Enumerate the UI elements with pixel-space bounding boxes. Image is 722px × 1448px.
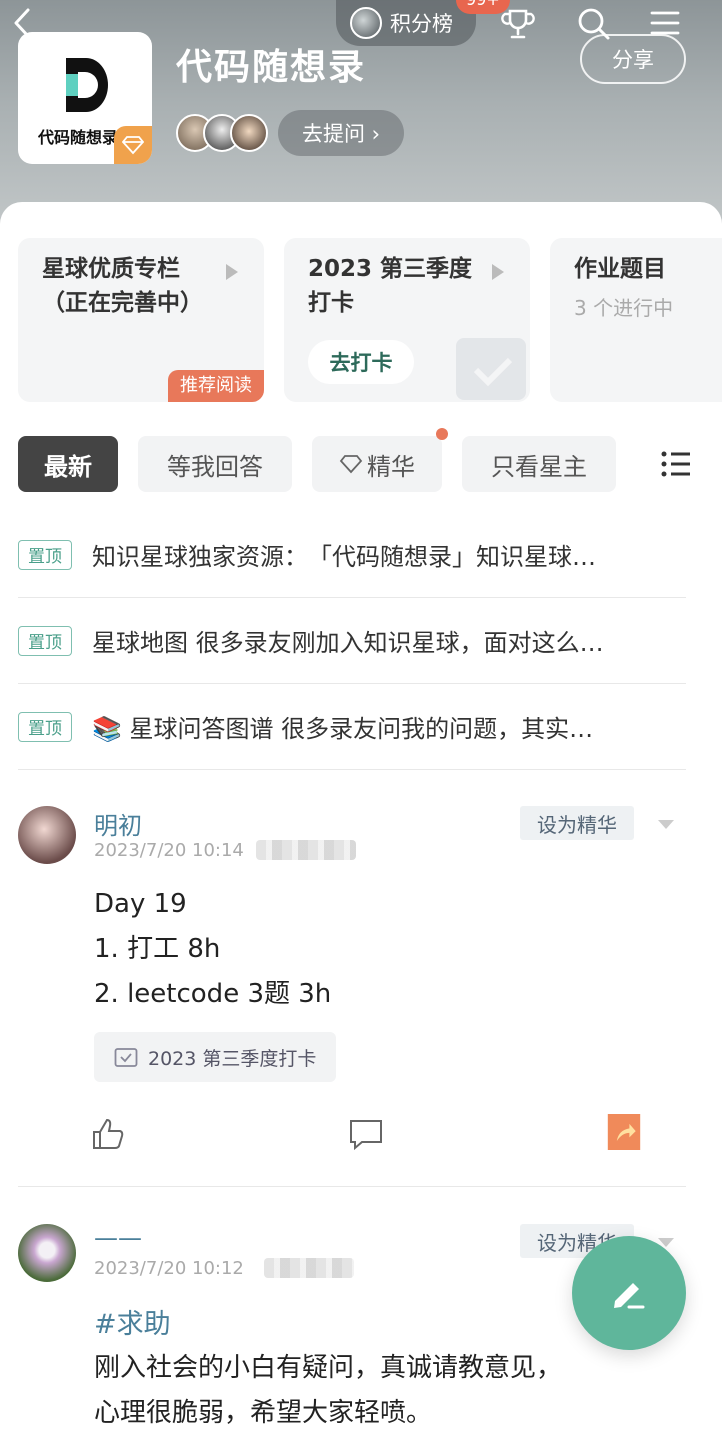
author-name[interactable]: —— <box>94 1224 142 1252</box>
tab-owner-only[interactable]: 只看星主 <box>462 436 616 492</box>
checkin-tag-label: 2023 第三季度打卡 <box>148 1047 317 1070</box>
pinned-item[interactable]: 置顶 📚 星球问答图谱 很多录友问我的问题，其实… <box>18 684 686 770</box>
new-dot <box>436 428 448 440</box>
pinned-tag: 置顶 <box>18 711 72 742</box>
avatar <box>230 114 268 152</box>
play-arrow-icon <box>492 264 504 280</box>
avatar[interactable] <box>18 1224 76 1282</box>
pinned-text: 知识星球独家资源： 「代码随想录」知识星球… <box>92 543 596 571</box>
pinned-text: 星球地图 很多录友刚加入知识星球，面对这么… <box>92 629 604 657</box>
chevron-down-icon[interactable] <box>658 818 674 830</box>
card-title: 作业题目 <box>574 256 666 282</box>
blurred-info <box>264 1258 354 1278</box>
card-checkin[interactable]: 2023 第三季度打卡 去打卡 <box>284 238 530 402</box>
card-title: 2023 第三季度打卡 <box>308 256 473 316</box>
diamond-icon <box>114 126 152 164</box>
tab-featured[interactable]: 精华 <box>312 428 448 492</box>
feature-cards: 星球优质专栏（正在完善中） 推荐阅读 2023 第三季度打卡 去打卡 作业题目 … <box>18 238 722 402</box>
diamond-icon <box>339 455 363 474</box>
pinned-text: 📚 星球问答图谱 很多录友问我的问题，其实… <box>92 715 594 743</box>
hashtag[interactable]: #求助 <box>94 1302 171 1341</box>
card-column[interactable]: 星球优质专栏（正在完善中） 推荐阅读 <box>18 238 264 402</box>
like-icon[interactable] <box>90 1116 126 1152</box>
card-title: 星球优质专栏（正在完善中） <box>42 256 203 316</box>
post-time: 2023/7/20 10:12 <box>94 1258 244 1279</box>
tab-awaiting-answer[interactable]: 等我回答 <box>138 436 292 492</box>
list-icon[interactable] <box>660 450 692 478</box>
post-time: 2023/7/20 10:14 <box>94 840 244 861</box>
post-line: 刚入社会的小白有疑问，真诚请教意见， <box>94 1353 563 1383</box>
recommend-tag: 推荐阅读 <box>168 370 264 402</box>
calendar-check-icon <box>456 338 526 400</box>
pinned-item[interactable]: 置顶 知识星球独家资源： 「代码随想录」知识星球… <box>18 512 686 598</box>
group-header: 积分榜 99+ 分享 代码随想录 代码随想录 <box>0 0 722 230</box>
post-line: 2. leetcode 3题 3h <box>94 979 332 1009</box>
card-subtitle: 3 个进行中 <box>574 296 674 320</box>
group-logo[interactable]: 代码随想录 <box>18 32 152 164</box>
author-name[interactable]: 明初 <box>94 806 142 841</box>
leaderboard-label: 积分榜 <box>390 12 453 36</box>
post-card: 明初 2023/7/20 10:14 设为精华 Day 19 1. 打工 8h … <box>18 806 686 1106</box>
blurred-info <box>256 840 356 860</box>
post-line: 心理很脆弱，希望大家轻喷。 <box>94 1398 433 1428</box>
share-forward-icon[interactable] <box>606 1114 642 1150</box>
checkin-tag[interactable]: 2023 第三季度打卡 <box>94 1032 337 1082</box>
logo-text: 代码随想录 <box>38 128 119 147</box>
pinned-tag: 置顶 <box>18 539 72 570</box>
post-line: Day 19 <box>94 889 187 919</box>
tab-label: 精华 <box>367 452 415 481</box>
member-avatars[interactable] <box>176 114 268 154</box>
post-line: 1. 打工 8h <box>94 934 221 964</box>
card-homework[interactable]: 作业题目 3 个进行中 <box>550 238 722 402</box>
trophy-icon[interactable] <box>500 6 536 42</box>
play-arrow-icon <box>226 264 238 280</box>
pinned-tag: 置顶 <box>18 625 72 656</box>
group-title: 代码随想录 <box>176 47 367 88</box>
checkin-button[interactable]: 去打卡 <box>308 340 414 384</box>
ask-question-button[interactable]: 去提问 › <box>278 110 404 156</box>
pinned-item[interactable]: 置顶 星球地图 很多录友刚加入知识星球，面对这么… <box>18 598 686 684</box>
logo-d-icon <box>66 58 108 112</box>
compose-button[interactable] <box>572 1236 686 1350</box>
avatar[interactable] <box>18 806 76 864</box>
filter-tabs: 最新 等我回答 精华 只看星主 <box>18 428 722 492</box>
app-screen: 积分榜 99+ 分享 代码随想录 代码随想录 <box>0 0 722 1448</box>
tab-latest[interactable]: 最新 <box>18 436 118 492</box>
share-button[interactable]: 分享 <box>580 34 686 84</box>
leaderboard-avatar <box>350 7 382 39</box>
checkbox-icon <box>114 1048 138 1067</box>
set-featured-button[interactable]: 设为精华 <box>520 806 634 840</box>
divider <box>18 1186 686 1187</box>
pencil-icon <box>614 1283 645 1309</box>
comment-icon[interactable] <box>348 1116 384 1152</box>
